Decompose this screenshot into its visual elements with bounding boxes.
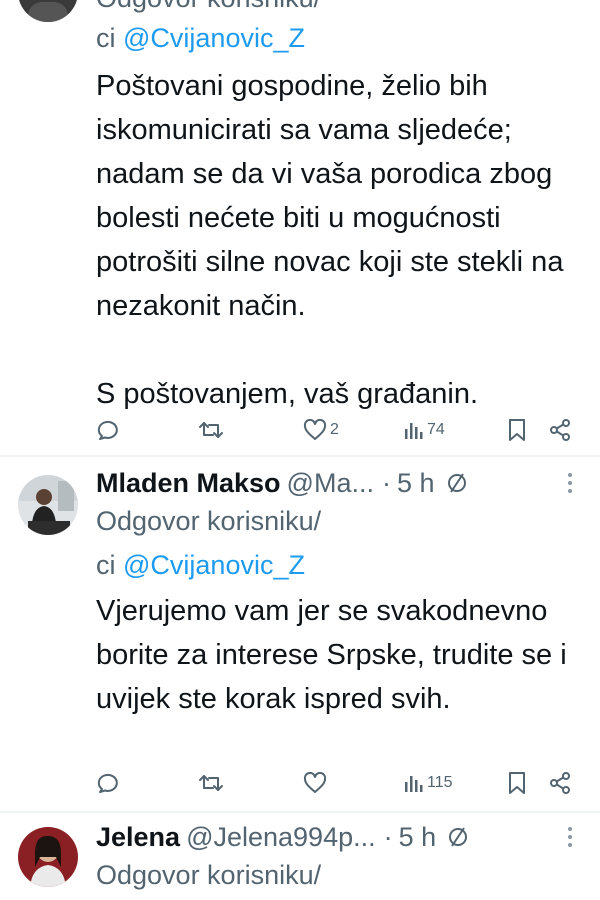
- like-button[interactable]: 2: [303, 410, 339, 450]
- tweet-text: Vjerujemo vam jer se svakodnevno borite …: [96, 595, 567, 715]
- share-icon: [550, 419, 570, 441]
- more-icon: [568, 827, 572, 847]
- no-reply-icon: [446, 825, 470, 849]
- reply-button[interactable]: [97, 410, 121, 450]
- retweet-icon: [199, 422, 223, 438]
- retweet-icon: [199, 775, 223, 791]
- tweet-3[interactable]: Jelena @Jelena994p... · 5 h Odgovor kori…: [0, 813, 600, 900]
- user-handle[interactable]: @Jelena994p...: [186, 822, 376, 853]
- share-button[interactable]: [549, 410, 571, 450]
- like-count: 2: [330, 421, 339, 438]
- no-reply-icon: [445, 471, 469, 495]
- views-count: 74: [427, 421, 445, 438]
- avatar[interactable]: [18, 475, 78, 535]
- views-icon: [405, 423, 423, 439]
- retweet-button[interactable]: [198, 763, 224, 803]
- separator-dot: ·: [383, 821, 393, 852]
- reply-to-line: ci @Cvijanovic_Z: [96, 545, 305, 585]
- tweet-1[interactable]: Odgovor korisniku/ ci @Cvijanovic_Z Pošt…: [0, 0, 600, 455]
- separator-dot: ·: [381, 467, 391, 498]
- tweet-header: Mladen Makso @Ma... · 5 h: [96, 465, 469, 501]
- reply-to-label-partial: Odgovor korisniku/: [96, 0, 321, 18]
- reply-to-label: Odgovor korisniku/: [96, 506, 322, 536]
- action-bar: 115: [0, 763, 600, 803]
- tweet-header: Jelena @Jelena994p... · 5 h: [96, 819, 470, 855]
- bookmark-icon: [509, 419, 525, 441]
- timestamp[interactable]: 5 h: [399, 822, 437, 853]
- views-count: 115: [427, 774, 453, 791]
- action-bar: 2 74: [0, 410, 600, 450]
- like-button[interactable]: [303, 763, 327, 803]
- reply-to-line: ci @Cvijanovic_Z: [96, 18, 305, 58]
- views-icon: [405, 776, 423, 792]
- more-icon: [568, 473, 572, 493]
- reply-prefix: ci: [96, 23, 116, 53]
- avatar[interactable]: [18, 827, 78, 887]
- heart-icon: [303, 772, 327, 793]
- tweet-paragraph: Poštovani gospodine, želio bih iskomunic…: [96, 70, 564, 322]
- more-options-button[interactable]: [560, 819, 580, 855]
- bookmark-icon: [509, 772, 525, 794]
- reply-to-label: Odgovor korisniku/: [96, 860, 322, 890]
- retweet-button[interactable]: [198, 410, 224, 450]
- more-options-button[interactable]: [560, 465, 580, 501]
- bookmark-button[interactable]: [507, 410, 527, 450]
- share-button[interactable]: [549, 763, 571, 803]
- mention-link[interactable]: @Cvijanovic_Z: [123, 550, 305, 580]
- reply-prefix: ci: [96, 550, 116, 580]
- display-name[interactable]: Mladen Makso: [96, 468, 281, 499]
- share-icon: [550, 772, 570, 794]
- timestamp[interactable]: 5 h: [397, 468, 435, 499]
- reply-icon: [97, 773, 118, 793]
- bookmark-button[interactable]: [507, 763, 527, 803]
- heart-icon: [303, 419, 327, 440]
- tweet-2[interactable]: Mladen Makso @Ma... · 5 h Odgovor korisn…: [0, 457, 600, 811]
- mention-link[interactable]: @Cvijanovic_Z: [123, 23, 305, 53]
- reply-button[interactable]: [97, 763, 121, 803]
- views-button[interactable]: 115: [404, 763, 453, 803]
- reply-icon: [97, 420, 118, 440]
- display-name[interactable]: Jelena: [96, 822, 180, 853]
- tweet-text: Poštovani gospodine, želio bih iskomunic…: [96, 64, 586, 416]
- views-button[interactable]: 74: [404, 410, 445, 450]
- user-handle[interactable]: @Ma...: [287, 468, 374, 499]
- avatar[interactable]: [18, 0, 78, 22]
